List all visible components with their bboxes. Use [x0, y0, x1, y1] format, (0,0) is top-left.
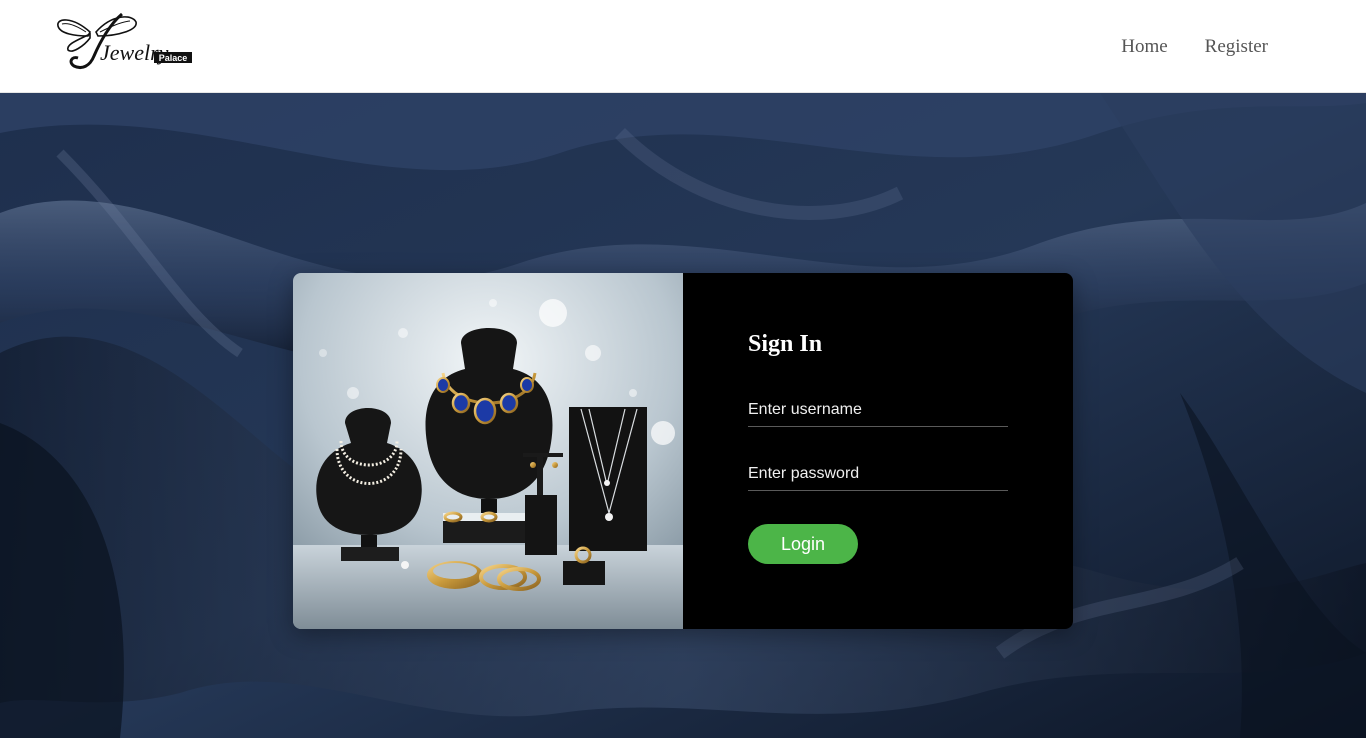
site-header: Jewelry Palace Home Register: [0, 0, 1366, 93]
main-nav: Home Register: [1121, 36, 1268, 58]
login-form-panel: Sign In Login: [683, 273, 1073, 629]
nav-home-link[interactable]: Home: [1121, 36, 1167, 58]
jewelry-display-image: [293, 273, 683, 629]
butterfly-logo-icon: Jewelry Palace: [57, 12, 192, 70]
jewelry-palace-logo[interactable]: Jewelry Palace: [52, 10, 194, 72]
nav-register-link[interactable]: Register: [1205, 36, 1268, 58]
username-input[interactable]: [748, 393, 1008, 426]
password-field-wrapper: [748, 457, 1008, 491]
sign-in-title: Sign In: [748, 331, 823, 357]
svg-text:Palace: Palace: [159, 53, 188, 63]
login-card: Sign In Login: [293, 273, 1073, 629]
username-field-wrapper: [748, 393, 1008, 427]
login-button[interactable]: Login: [748, 524, 858, 564]
jewelry-display-illustration: [293, 273, 683, 629]
password-input[interactable]: [748, 457, 1008, 490]
